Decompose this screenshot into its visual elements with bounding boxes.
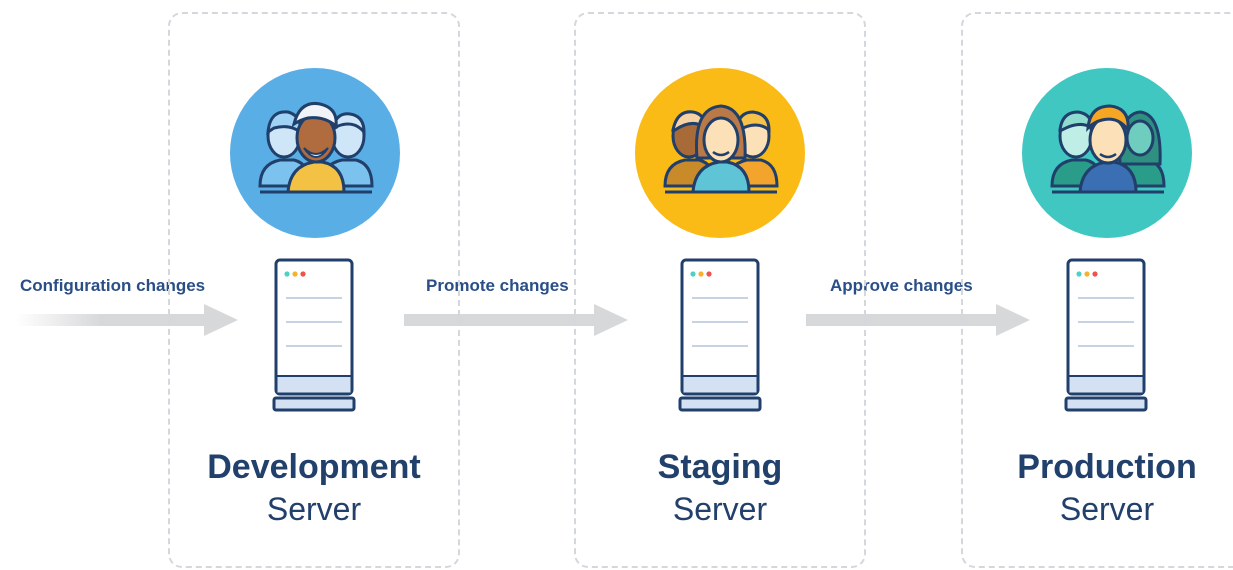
deployment-pipeline-diagram: Configuration changes Promote changes Ap… <box>0 0 1233 570</box>
production-server-icon <box>1064 258 1148 412</box>
staging-subtitle: Server <box>672 491 768 527</box>
developer-team-icon <box>230 68 400 238</box>
production-subtitle: Server <box>1059 491 1155 527</box>
staging-server-icon <box>678 258 762 412</box>
development-subtitle: Server <box>266 491 362 527</box>
development-server-icon <box>272 258 356 412</box>
operations-team-icon <box>1022 68 1192 238</box>
staging-title: Staging <box>657 448 783 486</box>
tester-team-icon <box>635 68 805 238</box>
production-title: Production <box>1017 448 1197 486</box>
development-title: Development <box>207 448 421 486</box>
